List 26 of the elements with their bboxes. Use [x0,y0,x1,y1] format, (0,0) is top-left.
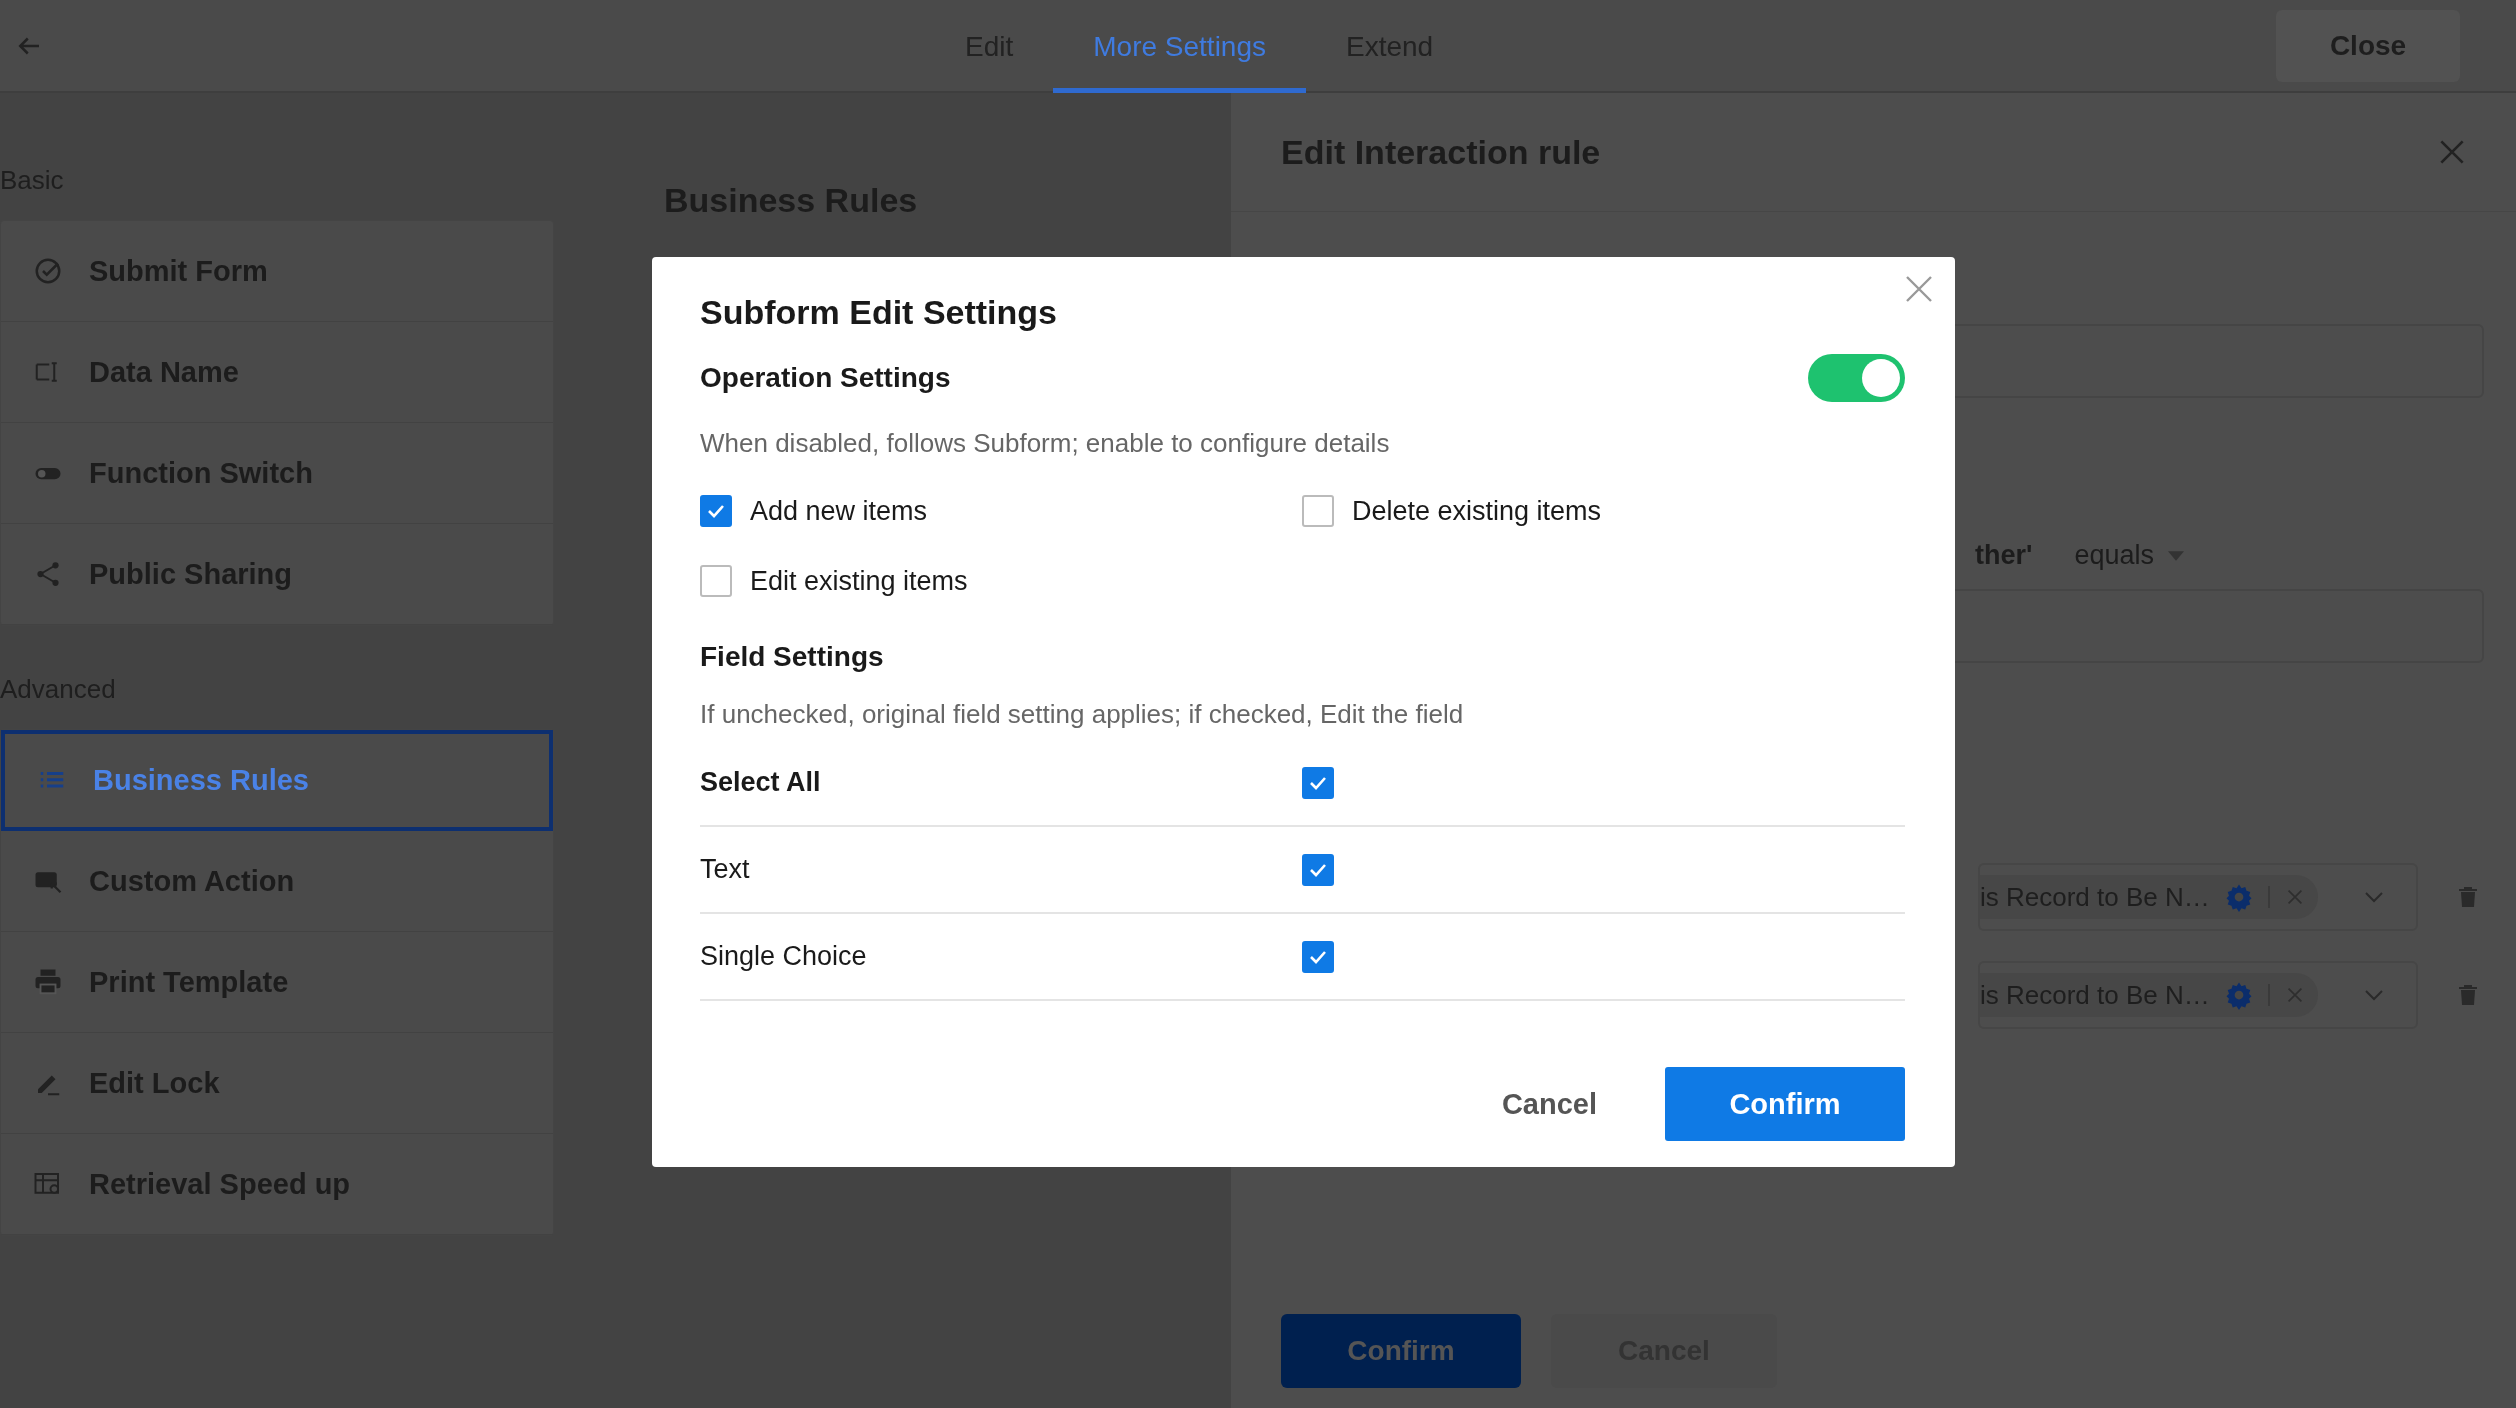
description: When disabled, follows Subform; enable to configure details [700,428,1391,459]
checkbox[interactable] [700,565,732,597]
checkbox-label: Delete existing items [1352,495,1602,527]
field-name: Single Choice [700,941,868,972]
section-title: Operation Settings [700,362,951,394]
sidebar-item[interactable]: Business Rules [1,730,553,831]
check-circle-icon [33,256,63,286]
printer-icon [33,967,63,997]
checkbox[interactable] [1302,495,1334,527]
sidebar-item-label: Business Rules [93,764,309,797]
confirm-button[interactable]: Confirm [1665,1067,1905,1141]
toggle-switch[interactable] [1808,354,1905,402]
select-all-label: Select All [700,767,822,798]
checkbox[interactable] [1302,853,1334,886]
checkbox-label: Edit existing items [750,565,968,597]
checkbox[interactable] [1302,940,1334,973]
field-name: Text [700,854,751,885]
confirm-button[interactable]: Confirm [1281,1314,1521,1388]
checkbox[interactable] [1302,766,1334,799]
description: If unchecked, original field setting applies; if checked, Edit the field [700,699,1465,730]
cancel-button[interactable]: Cancel [1495,1086,1603,1122]
dialog-title: Subform Edit Settings [700,293,1058,332]
caret-icon [2168,550,2184,561]
section-title: Field Settings [700,641,885,673]
checkbox-label: Add new items [750,495,928,527]
checkbox[interactable] [700,495,732,527]
